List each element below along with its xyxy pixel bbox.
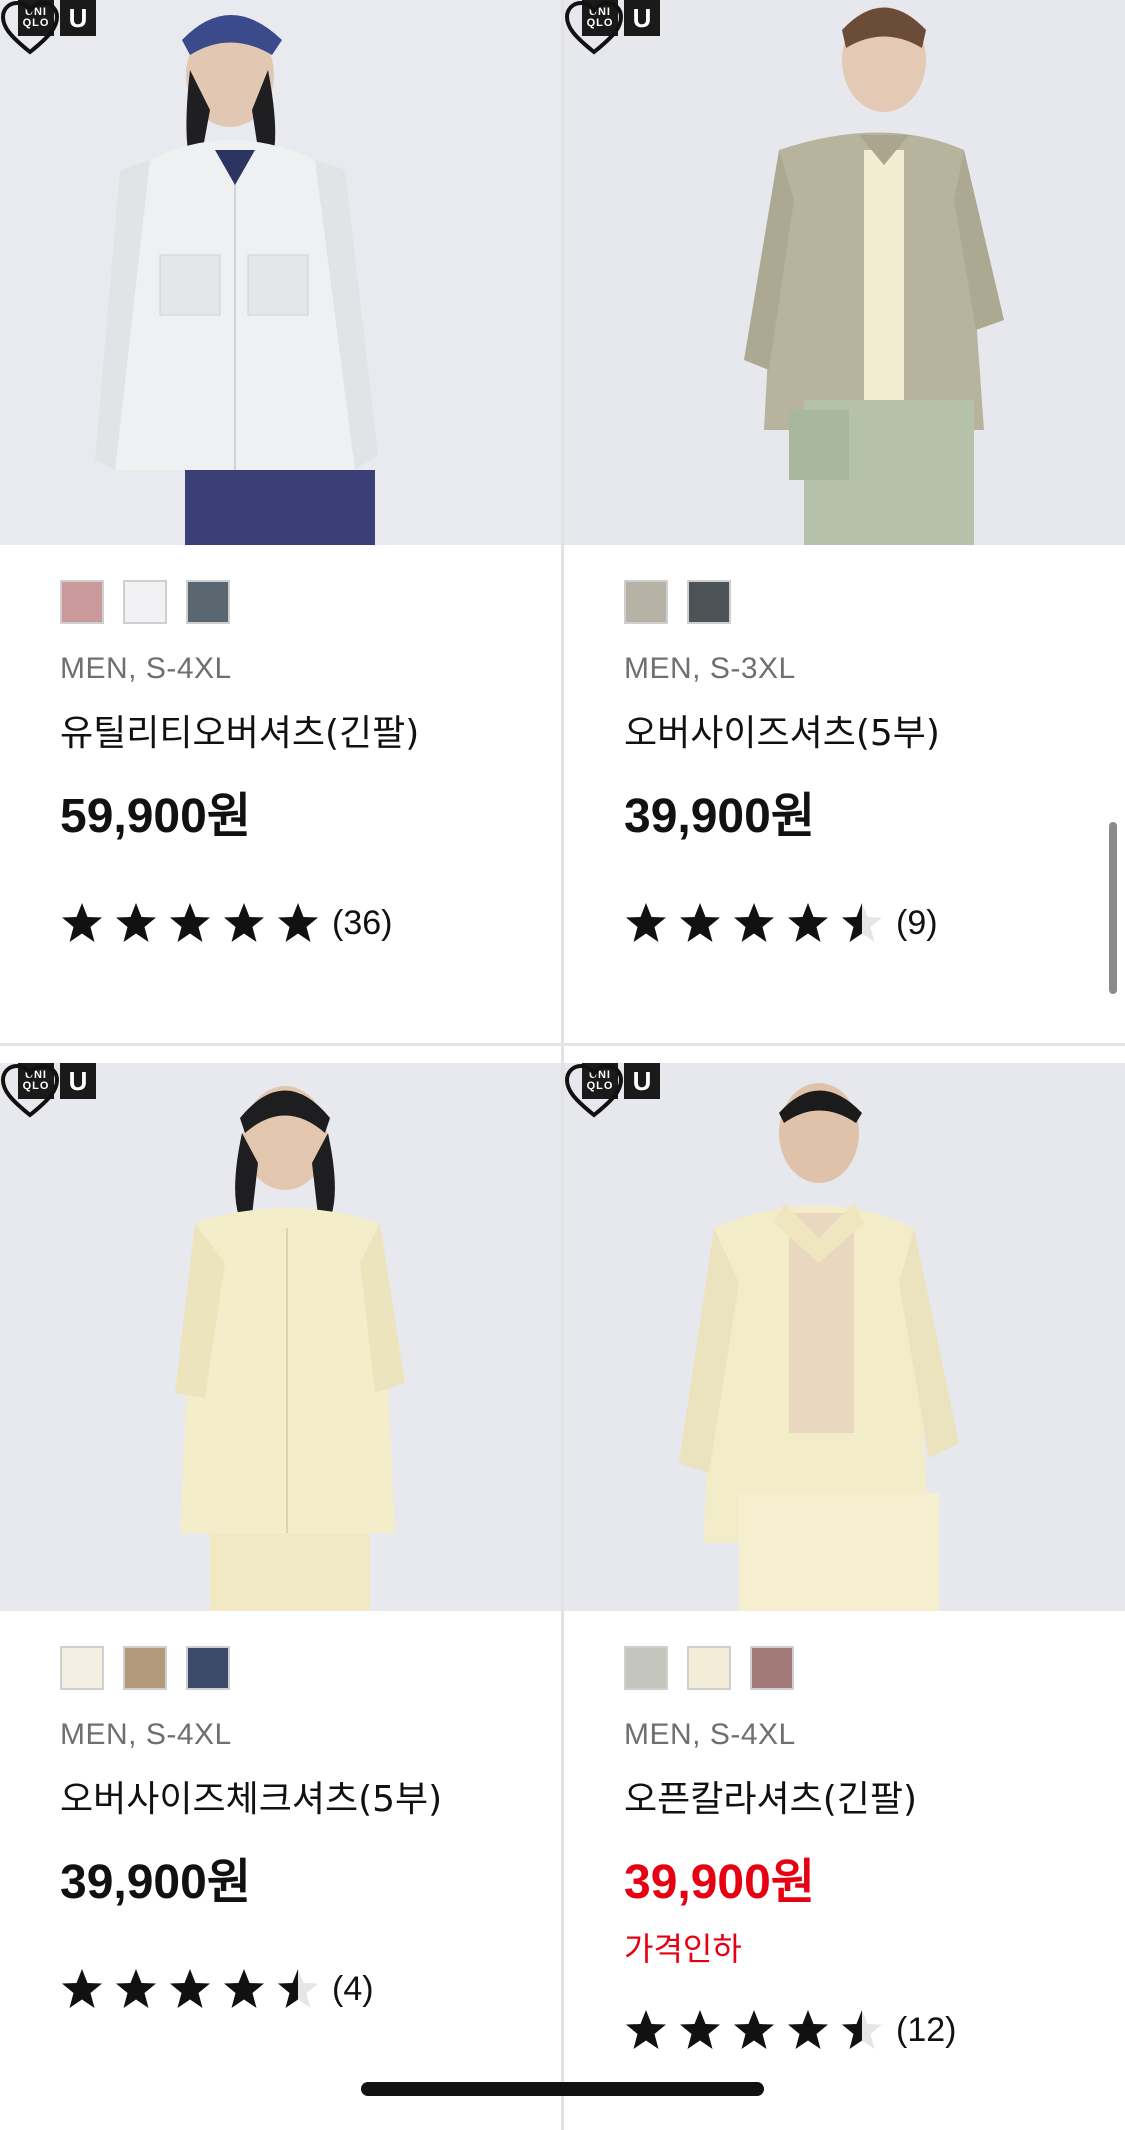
product-name[interactable]: 오버사이즈체크셔츠(5부) [60,1770,561,1822]
star-half-icon [278,1969,318,2008]
product-price: 39,900원 [624,790,815,843]
product-rating: (12) [624,2008,1125,2052]
color-swatch[interactable] [687,1646,731,1690]
color-swatch[interactable] [60,580,104,624]
color-swatch[interactable] [750,1646,794,1690]
product-rating: (36) [60,901,561,945]
product-price: 59,900원 [60,790,251,843]
star-full-icon [170,1969,210,2008]
rating-stars [60,901,320,945]
product-meta: MEN, S-4XL [60,652,232,685]
product-rating: (9) [624,901,1125,945]
product-photo [564,0,1125,545]
column-divider [561,0,564,2130]
heart-icon[interactable] [0,0,60,56]
product-price: 39,900원 [624,1856,815,1909]
star-full-icon [278,903,318,942]
color-swatch[interactable] [186,1646,230,1690]
product-image[interactable]: UNI QLO U [0,1063,561,1611]
star-half-icon [842,903,882,942]
product-info: MEN, S-4XL 유틸리티오버셔츠(긴팔) 59,900원 (36) [0,545,561,945]
product-price: 39,900원 [60,1856,251,1909]
product-image[interactable]: UNI QLO U [564,1063,1125,1611]
product-info: MEN, S-4XL 오픈칼라셔츠(긴팔) 39,900원 가격인하 (12) [564,1611,1125,2052]
star-full-icon [62,1969,102,2008]
star-full-icon [788,903,828,942]
star-full-icon [224,1969,264,2008]
color-swatches [60,580,561,628]
color-swatch[interactable] [624,1646,668,1690]
color-swatches [624,580,1125,628]
product-image[interactable]: UNI QLO U [0,0,561,545]
star-full-icon [788,2010,828,2049]
color-swatch[interactable] [186,580,230,624]
star-full-icon [734,2010,774,2049]
review-count[interactable]: (4) [332,1970,374,2009]
rating-stars [60,1967,320,2011]
product-info: MEN, S-3XL 오버사이즈셔츠(5부) 39,900원 (9) [564,545,1125,945]
product-meta: MEN, S-4XL [60,1718,232,1751]
product-photo [564,1063,1125,1611]
product-name[interactable]: 오버사이즈셔츠(5부) [624,704,1125,756]
product-meta: MEN, S-3XL [624,652,796,685]
color-swatch[interactable] [687,580,731,624]
color-swatches [60,1646,561,1694]
star-half-icon [842,2010,882,2049]
star-full-icon [170,903,210,942]
star-full-icon [626,2010,666,2049]
product-card[interactable]: UNI QLO U MEN, S-3XL 오버사이즈셔츠(5부) 39,900원 [564,0,1125,1063]
star-full-icon [116,903,156,942]
heart-icon[interactable] [564,1063,624,1119]
star-full-icon [116,1969,156,2008]
product-image[interactable]: UNI QLO U [564,0,1125,545]
rating-stars [624,2008,884,2052]
rating-stars [624,901,884,945]
product-rating: (4) [60,1967,561,2011]
color-swatches [624,1646,1125,1694]
review-count[interactable]: (9) [896,904,938,943]
product-card[interactable]: UNI QLO U MEN, S-4XL 오버사이즈체크셔츠(5부) 39,90… [0,1063,561,2130]
star-full-icon [680,903,720,942]
review-count[interactable]: (12) [896,2011,956,2050]
product-name[interactable]: 오픈칼라셔츠(긴팔) [624,1770,1125,1822]
home-indicator[interactable] [361,2082,764,2096]
color-swatch[interactable] [123,580,167,624]
star-full-icon [734,903,774,942]
star-full-icon [680,2010,720,2049]
heart-icon[interactable] [0,1063,60,1119]
product-name[interactable]: 유틸리티오버셔츠(긴팔) [60,704,561,756]
color-swatch[interactable] [60,1646,104,1690]
product-card[interactable]: UNI QLO U MEN, S-4XL 오픈칼라셔츠(긴팔) 39,900원 … [564,1063,1125,2130]
row-divider [0,1043,1125,1046]
star-full-icon [224,903,264,942]
star-full-icon [626,903,666,942]
product-photo [0,0,561,545]
product-info: MEN, S-4XL 오버사이즈체크셔츠(5부) 39,900원 (4) [0,1611,561,2011]
price-down-badge: 가격인하 [624,1930,742,1968]
scrollbar[interactable] [1109,822,1117,994]
product-photo [0,1063,561,1611]
product-meta: MEN, S-4XL [624,1718,796,1751]
star-full-icon [62,903,102,942]
color-swatch[interactable] [624,580,668,624]
heart-icon[interactable] [564,0,624,56]
color-swatch[interactable] [123,1646,167,1690]
review-count[interactable]: (36) [332,904,392,943]
product-card[interactable]: UNI QLO U MEN, S-4XL 유틸리티오버셔츠(긴팔) 59,900… [0,0,561,1063]
